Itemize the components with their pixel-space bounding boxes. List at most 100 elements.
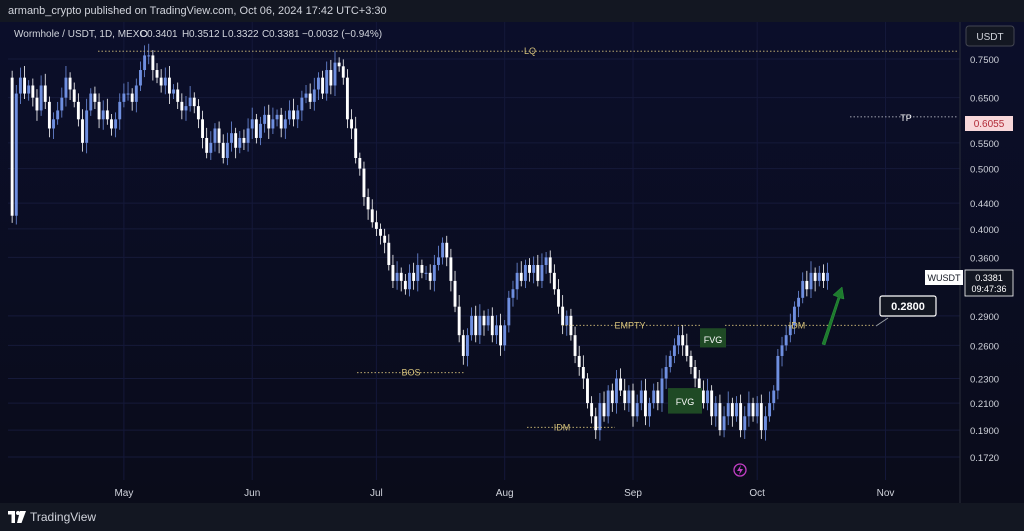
candle-body <box>14 93 18 216</box>
currency-button-label[interactable]: USDT <box>976 32 1003 43</box>
lq-label: LQ <box>524 46 536 56</box>
candle-body <box>395 272 399 281</box>
tradingview-logo-icon <box>8 511 26 523</box>
candle-body <box>813 272 817 281</box>
candle-body <box>602 403 606 417</box>
candle-body <box>213 128 217 143</box>
candle-body <box>60 97 64 111</box>
price-tick-label: 0.2600 <box>970 341 999 352</box>
candle-body <box>511 289 515 298</box>
candle-body <box>267 114 271 129</box>
candle-body <box>780 345 784 356</box>
candle-body <box>718 403 722 431</box>
legend-change: −0.0032 (−0.94%) <box>302 29 382 40</box>
candle-body <box>85 110 89 143</box>
candle-body <box>279 114 283 129</box>
candle-body <box>606 390 610 417</box>
candle-body <box>379 228 382 236</box>
candle-body <box>755 403 759 417</box>
candle-body <box>672 345 676 356</box>
price-chart[interactable]: LQ TP BOS IDM EMPTY IDM FVG FVG 0.7500 0.6500 0.5… <box>0 22 1024 503</box>
candle-body <box>259 123 262 138</box>
candle-body <box>519 272 523 281</box>
candle-body <box>56 110 60 120</box>
candle-body <box>441 242 445 258</box>
candle-body <box>523 265 527 281</box>
candle-body <box>362 168 366 198</box>
candle-body <box>288 110 291 120</box>
candle-body <box>730 403 734 417</box>
candle-body <box>565 315 569 326</box>
candle-body <box>494 325 498 336</box>
candle-body <box>515 272 519 290</box>
candle-body <box>681 335 685 346</box>
candle-body <box>196 106 200 120</box>
candle-body <box>540 265 544 281</box>
candle-body <box>333 62 337 86</box>
time-tick-label: Oct <box>749 488 765 499</box>
candle-body <box>668 355 672 367</box>
candle-body <box>399 272 403 281</box>
candle-body <box>151 55 155 71</box>
candle-body <box>316 77 320 90</box>
candle-body <box>391 265 395 281</box>
candle-body <box>283 119 287 129</box>
last-price: 0.3381 <box>975 273 1003 283</box>
price-tick-label: 0.3600 <box>970 253 999 264</box>
candle-body <box>230 133 233 143</box>
candle-body <box>134 85 138 102</box>
candle-body <box>225 142 229 158</box>
legend-symbol: Wormhole / USDT, 1D, MEXC <box>14 29 147 40</box>
candle-body <box>246 128 250 143</box>
candle-body <box>652 390 656 404</box>
candle-body <box>350 119 353 129</box>
candle-body <box>308 93 312 102</box>
candle-body <box>201 119 204 138</box>
candle-body <box>254 119 258 138</box>
candle-body <box>72 89 76 102</box>
fvg-label-upper: FVG <box>704 335 723 345</box>
candle-body <box>354 128 358 158</box>
candle-body <box>312 89 316 102</box>
price-tick-label: 0.5500 <box>970 139 999 150</box>
bar-countdown: 09:47:36 <box>971 284 1006 294</box>
candle-body <box>639 390 643 404</box>
candle-body <box>784 335 788 346</box>
candle-body <box>250 119 254 129</box>
candle-body <box>76 101 80 120</box>
candle-body <box>358 157 362 169</box>
candle-body <box>89 93 93 111</box>
candle-body <box>747 403 751 417</box>
candle-body <box>81 119 84 143</box>
candle-body <box>420 265 424 273</box>
candle-body <box>714 403 718 417</box>
candle-body <box>163 77 167 86</box>
footer-brand: TradingView <box>30 510 97 524</box>
candle-body <box>412 272 416 281</box>
candle-body <box>619 378 623 391</box>
candle-body <box>590 403 594 417</box>
candle-body <box>544 257 548 266</box>
candle-body <box>557 289 560 307</box>
candle-body <box>457 306 461 336</box>
candle-body <box>110 119 113 129</box>
price-tick-label: 0.2100 <box>970 399 999 410</box>
candle-body <box>801 280 805 298</box>
candle-body <box>826 272 829 281</box>
candle-body <box>47 101 51 129</box>
candle-body <box>27 85 31 94</box>
candle-body <box>97 101 101 120</box>
candle-body <box>143 55 147 71</box>
footer-bar: TradingView <box>0 503 1024 531</box>
candle-body <box>482 315 486 326</box>
candle-body <box>598 403 602 431</box>
legend-close: 0.3381 <box>269 29 300 40</box>
candle-body <box>735 403 738 417</box>
price-tick-label: 0.1900 <box>970 426 999 437</box>
candle-body <box>573 335 577 356</box>
chart-area[interactable]: LQ TP BOS IDM EMPTY IDM FVG FVG 0.7500 0.6500 0.5… <box>0 22 1024 503</box>
candle-body <box>532 265 536 273</box>
candle-body <box>147 55 151 57</box>
candle-body <box>184 106 188 111</box>
candle-body <box>10 77 14 216</box>
